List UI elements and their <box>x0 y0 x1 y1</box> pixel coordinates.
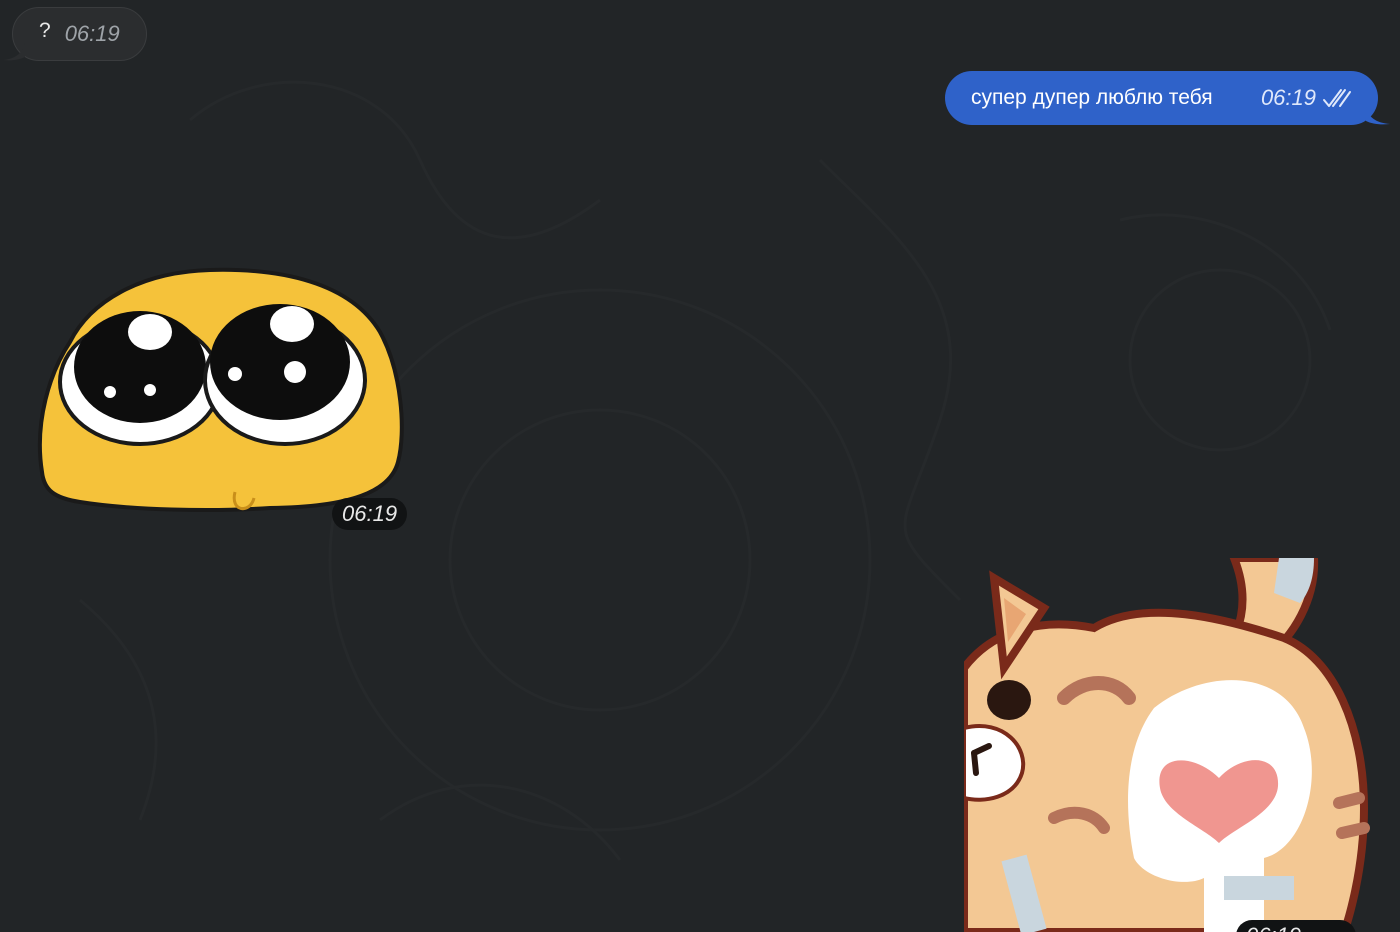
message-text: супер дупер люблю тебя <box>971 86 1213 109</box>
bubble-tail <box>1366 107 1390 125</box>
chat-view: ? 06:19 супер дупер люблю тебя 06:19 06:… <box>0 0 1400 932</box>
bubble-tail <box>3 43 25 61</box>
double-check-icon <box>1323 89 1351 107</box>
sticker-time: 06:19 <box>1236 920 1356 932</box>
incoming-message-bubble[interactable]: ? 06:19 <box>3 7 147 61</box>
message-time: 06:19 <box>1260 85 1316 110</box>
cat-heart-sticker[interactable] <box>964 558 1374 932</box>
message-text: ? <box>39 19 51 42</box>
message-meta: 06:19 <box>1261 85 1352 111</box>
message-time: 06:19 <box>64 21 120 46</box>
blob-eyes-sticker[interactable] <box>30 262 410 524</box>
outgoing-message-bubble[interactable]: супер дупер люблю тебя 06:19 <box>945 71 1390 125</box>
sticker-time: 06:19 <box>332 498 408 530</box>
